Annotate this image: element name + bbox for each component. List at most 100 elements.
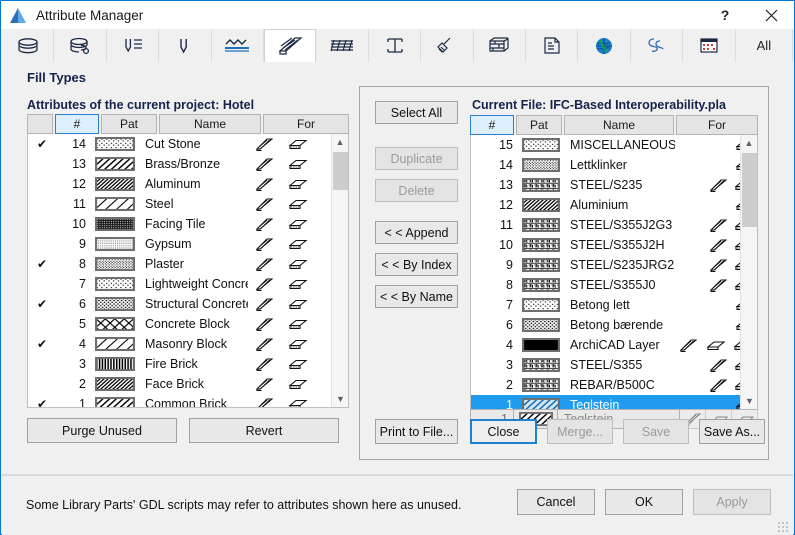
- row-pattern-swatch[interactable]: [91, 137, 139, 151]
- table-row[interactable]: 12 Aluminium: [471, 195, 757, 215]
- column-header-pattern[interactable]: Pat: [101, 114, 157, 134]
- table-row[interactable]: ✔ 14 Cut Stone: [28, 134, 348, 154]
- column-header-for[interactable]: For: [676, 115, 758, 135]
- print-to-file-button[interactable]: Print to File...: [375, 419, 458, 444]
- duplicate-button[interactable]: Duplicate: [375, 147, 458, 170]
- tab-pen-sets[interactable]: [106, 29, 160, 62]
- help-button[interactable]: ?: [702, 1, 748, 29]
- column-header-name[interactable]: Name: [564, 115, 674, 135]
- row-pattern-swatch[interactable]: [91, 297, 139, 311]
- table-row[interactable]: 11 STEEL/S355J2G3: [471, 215, 757, 235]
- scroll-down-icon[interactable]: ▼: [741, 393, 757, 409]
- close-button[interactable]: Close: [470, 419, 537, 444]
- row-pattern-swatch[interactable]: [518, 278, 564, 292]
- save-button[interactable]: Save: [623, 419, 689, 444]
- table-row[interactable]: 9 Gypsum: [28, 234, 348, 254]
- row-name[interactable]: STEEL/S355J2G3: [564, 218, 675, 232]
- row-pattern-swatch[interactable]: [91, 397, 139, 407]
- row-pattern-swatch[interactable]: [91, 337, 139, 351]
- row-name[interactable]: REBAR/B500C: [564, 378, 675, 392]
- right-list-scrollbar[interactable]: ▲ ▼: [740, 135, 757, 409]
- table-row[interactable]: ✔ 8 Plaster: [28, 254, 348, 274]
- row-pattern-swatch[interactable]: [91, 197, 139, 211]
- row-name[interactable]: STEEL/S355J2H: [564, 238, 675, 252]
- table-row[interactable]: ✔ 6 Structural Concrete: [28, 294, 348, 314]
- close-window-button[interactable]: [748, 1, 794, 29]
- row-name[interactable]: Face Brick: [139, 377, 248, 391]
- column-header-number[interactable]: #: [55, 114, 99, 134]
- tab-line-types[interactable]: [211, 29, 265, 62]
- tab-surfaces[interactable]: [316, 29, 369, 62]
- row-pattern-swatch[interactable]: [518, 238, 564, 252]
- row-pattern-swatch[interactable]: [91, 157, 139, 171]
- row-pattern-swatch[interactable]: [91, 237, 139, 251]
- row-pattern-swatch[interactable]: [518, 158, 564, 172]
- row-pattern-swatch[interactable]: [518, 298, 564, 312]
- tab-mep-systems[interactable]: [526, 29, 579, 62]
- row-pattern-swatch[interactable]: [91, 357, 139, 371]
- row-name[interactable]: STEEL/S235: [564, 178, 675, 192]
- table-row[interactable]: 15 MISCELLANEOUS/B 45: [471, 135, 757, 155]
- row-name[interactable]: Masonry Block: [139, 337, 248, 351]
- resize-grip-icon[interactable]: [778, 522, 788, 532]
- row-used-check[interactable]: ✔: [28, 257, 56, 271]
- row-name[interactable]: Brass/Bronze: [139, 157, 248, 171]
- table-row[interactable]: 8 STEEL/S355J0: [471, 275, 757, 295]
- row-name[interactable]: Aluminum: [139, 177, 248, 191]
- table-row[interactable]: ✔ 4 Masonry Block: [28, 334, 348, 354]
- row-name[interactable]: Cut Stone: [139, 137, 248, 151]
- table-row[interactable]: 6 Betong bærende: [471, 315, 757, 335]
- row-pattern-swatch[interactable]: [91, 317, 139, 331]
- table-row[interactable]: ✔ 1 Common Brick: [28, 394, 348, 407]
- table-row[interactable]: 4 ArchiCAD Layer: [471, 335, 757, 355]
- table-row[interactable]: 5 Concrete Block: [28, 314, 348, 334]
- tab-grid[interactable]: [683, 29, 736, 62]
- table-row[interactable]: 1 Teglstein: [471, 395, 757, 409]
- row-used-check[interactable]: ✔: [28, 297, 56, 311]
- table-row[interactable]: 13 STEEL/S235: [471, 175, 757, 195]
- row-name[interactable]: Lightweight Concrete: [139, 277, 248, 291]
- row-pattern-swatch[interactable]: [518, 138, 564, 152]
- column-header-check[interactable]: [27, 114, 53, 134]
- row-pattern-swatch[interactable]: [91, 177, 139, 191]
- revert-button[interactable]: Revert: [189, 418, 339, 443]
- table-row[interactable]: 9 STEEL/S235JRG2: [471, 255, 757, 275]
- by-name-button[interactable]: < < By Name: [375, 285, 458, 308]
- save-as-button[interactable]: Save As...: [699, 419, 765, 444]
- column-header-pattern[interactable]: Pat: [516, 115, 562, 135]
- row-pattern-swatch[interactable]: [518, 218, 564, 232]
- tab-profiles[interactable]: [368, 29, 422, 62]
- row-name[interactable]: ArchiCAD Layer: [564, 338, 675, 352]
- merge-button[interactable]: Merge...: [547, 419, 613, 444]
- table-row[interactable]: 12 Aluminum: [28, 174, 348, 194]
- project-attributes-list[interactable]: ✔ 14 Cut Stone 13 Brass/Bronze 12 Aluminum 11 St…: [27, 134, 349, 408]
- current-file-list[interactable]: 15 MISCELLANEOUS/B 45 14 Lettklinker 13 STEEL…: [470, 135, 758, 410]
- table-row[interactable]: 10 STEEL/S355J2H: [471, 235, 757, 255]
- row-pattern-swatch[interactable]: [518, 378, 564, 392]
- table-row[interactable]: 10 Facing Tile: [28, 214, 348, 234]
- row-name[interactable]: STEEL/S355J0: [564, 278, 675, 292]
- tab-markup-styles[interactable]: [630, 29, 684, 62]
- table-row[interactable]: 2 REBAR/B500C: [471, 375, 757, 395]
- row-name[interactable]: STEEL/S235JRG2: [564, 258, 675, 272]
- tab-composites[interactable]: [54, 29, 107, 62]
- left-list-scrollbar[interactable]: ▲ ▼: [331, 134, 348, 407]
- row-name[interactable]: Structural Concrete: [139, 297, 248, 311]
- append-button[interactable]: < < Append: [375, 221, 458, 244]
- row-name[interactable]: Facing Tile: [139, 217, 248, 231]
- row-name[interactable]: Betong bærende: [564, 318, 675, 332]
- row-name[interactable]: Fire Brick: [139, 357, 248, 371]
- by-index-button[interactable]: < < By Index: [375, 253, 458, 276]
- ok-button[interactable]: OK: [605, 489, 683, 515]
- table-row[interactable]: 3 STEEL/S355: [471, 355, 757, 375]
- row-pattern-swatch[interactable]: [518, 318, 564, 332]
- table-row[interactable]: 14 Lettklinker: [471, 155, 757, 175]
- scroll-down-icon[interactable]: ▼: [332, 391, 348, 407]
- table-row[interactable]: 7 Betong lett: [471, 295, 757, 315]
- column-header-name[interactable]: Name: [159, 114, 261, 134]
- apply-button[interactable]: Apply: [693, 489, 771, 515]
- row-pattern-swatch[interactable]: [518, 338, 564, 352]
- tab-building-materials[interactable]: [2, 29, 55, 62]
- row-pattern-swatch[interactable]: [518, 258, 564, 272]
- table-row[interactable]: 7 Lightweight Concrete: [28, 274, 348, 294]
